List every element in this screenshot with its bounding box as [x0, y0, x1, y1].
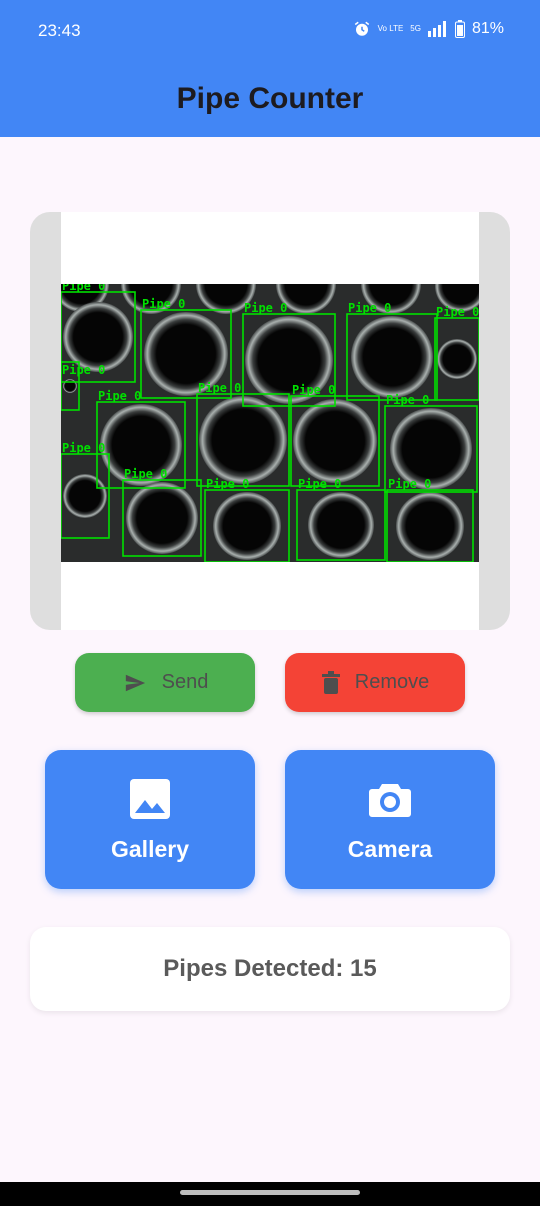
pipe-end: [351, 316, 433, 398]
pipe-end: [396, 492, 464, 560]
alarm-icon: [354, 21, 369, 36]
detection-label: Pipe 0: [124, 467, 167, 481]
detection-label: Pipe 0: [348, 301, 391, 315]
detection-label: Pipe 0: [98, 389, 141, 403]
send-button[interactable]: Send: [75, 653, 255, 712]
pipe-end: [126, 482, 198, 554]
detection-label: Pipe 0: [244, 301, 287, 315]
network-tag: 5G: [410, 24, 421, 33]
signal-icon: [427, 21, 446, 37]
send-label: Send: [161, 671, 209, 693]
gallery-button[interactable]: Gallery: [45, 750, 255, 889]
home-handle[interactable]: [180, 1190, 360, 1195]
detection-label: Pipe 0: [292, 383, 335, 397]
pipe-end: [63, 474, 107, 518]
detection-label: Pipe 0: [206, 477, 249, 491]
battery-level: 81%: [471, 20, 504, 37]
app-bar: Pipe Counter: [0, 60, 540, 137]
remove-button[interactable]: Remove: [285, 653, 465, 712]
navigation-bar: [0, 1182, 540, 1206]
detection-label: Pipe 0: [298, 477, 341, 491]
gallery-label: Gallery: [111, 836, 189, 862]
pipe-end: [437, 339, 477, 379]
send-icon: [125, 674, 145, 691]
result-card: Pipes Detected: 15: [30, 927, 510, 1011]
pipe-end: [293, 399, 377, 483]
detection-label: Pipe 0: [142, 297, 185, 311]
pipe-end: [199, 396, 287, 484]
pipe-detection-image: Pipe 0 Pipe 0 Pipe 0 Pipe 0 Pipe 0 Pipe 0 Pipe…: [61, 284, 479, 562]
detection-label: Pipe 0: [62, 363, 105, 377]
detection-label: Pipe 0: [386, 393, 429, 407]
camera-label: Camera: [347, 836, 433, 862]
volte-tag: Vo LTE: [377, 24, 404, 33]
battery-icon: [454, 20, 465, 38]
status-time: 23:43: [38, 21, 81, 40]
remove-label: Remove: [354, 671, 430, 693]
trash-icon: [321, 670, 340, 694]
detection-label: Pipe 0: [388, 477, 431, 491]
page-title: Pipe Counter: [176, 81, 364, 115]
pipe-end: [63, 379, 77, 393]
detection-label: Pipe 0: [198, 381, 241, 395]
pipe-end: [213, 492, 281, 560]
detection-label: Pipe 0: [436, 305, 479, 319]
camera-button[interactable]: Camera: [285, 750, 495, 889]
detection-label: Pipe 0: [62, 441, 105, 455]
status-bar: 23:43 Vo LTE 5G 81%: [0, 0, 540, 60]
image-preview: Pipe 0 Pipe 0 Pipe 0 Pipe 0 Pipe 0 Pipe 0 Pipe…: [30, 212, 510, 630]
image-icon: [130, 779, 170, 819]
detection-label: Pipe 0: [62, 284, 105, 293]
camera-icon: [369, 784, 411, 817]
detection-photo: Pipe 0 Pipe 0 Pipe 0 Pipe 0 Pipe 0 Pipe 0 Pipe…: [61, 284, 479, 562]
image-canvas: Pipe 0 Pipe 0 Pipe 0 Pipe 0 Pipe 0 Pipe 0 Pipe…: [61, 212, 479, 630]
pipe-end: [308, 492, 374, 558]
pipes-detected-count: Pipes Detected: 15: [163, 955, 377, 982]
status-icons: Vo LTE 5G 81%: [353, 20, 504, 38]
